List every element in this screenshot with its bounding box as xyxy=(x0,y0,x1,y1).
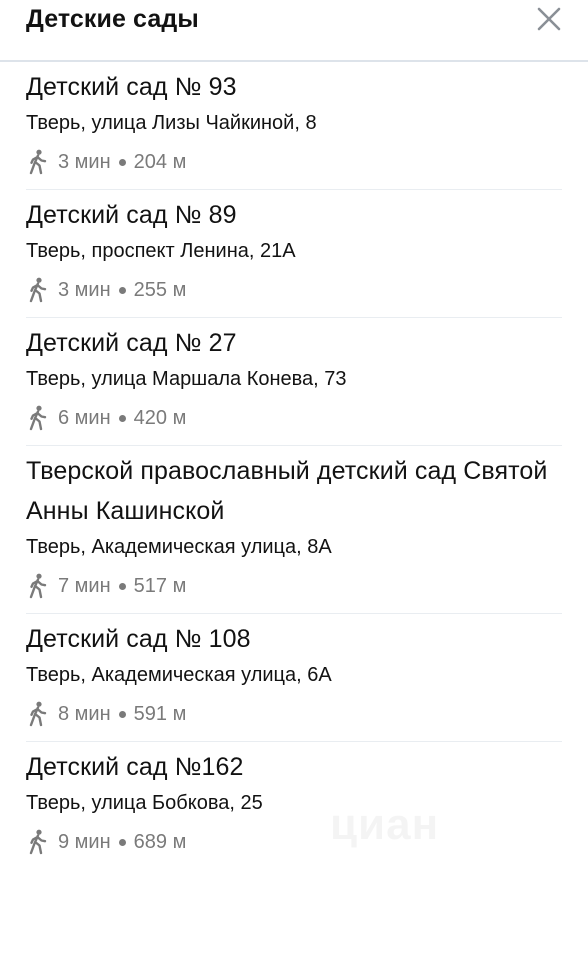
dot-separator xyxy=(118,710,126,718)
item-meta: 8 мин 591 м xyxy=(26,701,562,741)
walking-person-icon xyxy=(29,573,47,599)
walking-person-icon xyxy=(29,149,47,175)
walking-person-icon xyxy=(29,829,47,855)
dot-separator xyxy=(118,838,126,846)
header: Детские сады xyxy=(0,0,588,62)
list-item[interactable]: Детский сад №162 Тверь, улица Бобкова, 2… xyxy=(26,742,562,869)
close-button[interactable] xyxy=(532,2,566,36)
item-address: Тверь, Академическая улица, 8А xyxy=(26,536,332,558)
walk-distance: 204 м xyxy=(133,151,187,173)
walking-person-icon xyxy=(29,277,47,303)
dot-separator xyxy=(118,158,126,166)
dot-separator xyxy=(118,582,126,590)
walk-time: 3 мин xyxy=(58,279,111,301)
list-item[interactable]: Детский сад № 108 Тверь, Академическая у… xyxy=(26,614,562,742)
list-item[interactable]: Детский сад № 27 Тверь, улица Маршала Ко… xyxy=(26,318,562,446)
item-address: Тверь, улица Маршала Конева, 73 xyxy=(26,368,347,390)
item-address: Тверь, Академическая улица, 6А xyxy=(26,664,332,686)
walk-time: 8 мин xyxy=(58,703,111,725)
kindergarten-list: Детский сад № 93 Тверь, улица Лизы Чайки… xyxy=(0,62,588,869)
walk-distance: 255 м xyxy=(133,279,187,301)
walk-distance: 689 м xyxy=(133,831,187,853)
item-address: Тверь, проспект Ленина, 21А xyxy=(26,240,296,262)
list-item[interactable]: Детский сад № 89 Тверь, проспект Ленина,… xyxy=(26,190,562,318)
walk-time: 6 мин xyxy=(58,407,111,429)
list-item[interactable]: Детский сад № 93 Тверь, улица Лизы Чайки… xyxy=(26,62,562,190)
item-meta: 7 мин 517 м xyxy=(26,573,562,613)
item-title: Детский сад №162 xyxy=(26,753,244,781)
close-icon xyxy=(537,7,561,31)
list-item[interactable]: Тверской православный детский сад Святой… xyxy=(26,446,562,614)
walk-distance: 591 м xyxy=(133,703,187,725)
item-meta: 3 мин 255 м xyxy=(26,277,562,317)
walking-person-icon xyxy=(29,405,47,431)
walk-time: 7 мин xyxy=(58,575,111,597)
item-meta: 9 мин 689 м xyxy=(26,829,562,869)
walk-distance: 420 м xyxy=(133,407,187,429)
walk-time: 3 мин xyxy=(58,151,111,173)
walk-distance: 517 м xyxy=(133,575,187,597)
item-title: Детский сад № 93 xyxy=(26,73,237,101)
page-title: Детские сады xyxy=(26,5,199,33)
dot-separator xyxy=(118,414,126,422)
item-address: Тверь, улица Лизы Чайкиной, 8 xyxy=(26,112,317,134)
item-title: Детский сад № 108 xyxy=(26,625,251,653)
item-address: Тверь, улица Бобкова, 25 xyxy=(26,792,263,814)
item-meta: 3 мин 204 м xyxy=(26,149,562,189)
item-title: Тверской православный детский сад Святой… xyxy=(26,457,548,525)
item-title: Детский сад № 27 xyxy=(26,329,237,357)
walking-person-icon xyxy=(29,701,47,727)
item-meta: 6 мин 420 м xyxy=(26,405,562,445)
walk-time: 9 мин xyxy=(58,831,111,853)
item-title: Детский сад № 89 xyxy=(26,201,237,229)
dot-separator xyxy=(118,286,126,294)
